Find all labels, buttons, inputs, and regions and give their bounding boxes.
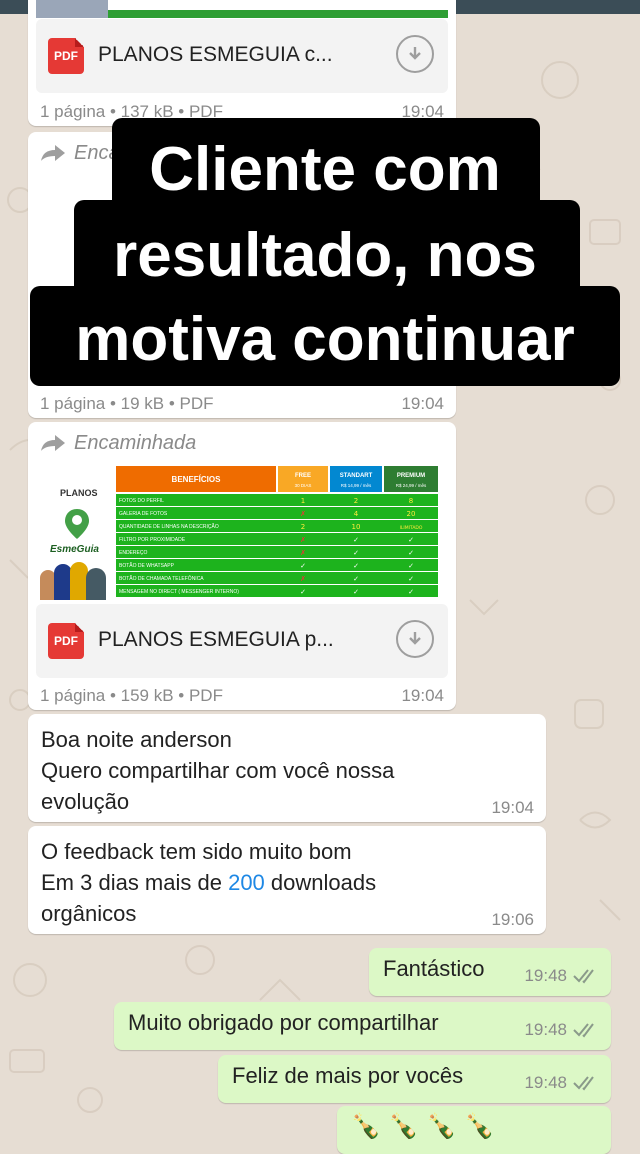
document-message: PDF PLANOS ESMEGUIA c... 1 página • 137 … [28, 0, 456, 126]
table-subheader-label: R$ 14,99 / mês [341, 483, 372, 488]
message-time: 19:48 [524, 1020, 567, 1039]
document-row[interactable]: PDF PLANOS ESMEGUIA p... [36, 604, 448, 678]
incoming-message: O feedback tem sido muito bom Em 3 dias … [28, 826, 546, 934]
table-header-label: PREMIUM [397, 473, 425, 479]
table-header-cell [384, 466, 438, 492]
outgoing-message: Muito obrigado por compartilhar 19:48 [114, 1002, 611, 1050]
table-cell: 2 [354, 497, 358, 505]
table-header-label: STANDART [340, 473, 373, 479]
table-cell: ✓ [353, 575, 359, 583]
table-cell: ✓ [353, 549, 359, 557]
table-cell: 20 [407, 510, 416, 518]
download-button[interactable] [396, 35, 434, 73]
thumbnail-planos-label: PLANOS [60, 488, 98, 498]
table-row-label: BOTÃO DE CHAMADA TELEFÔNICA [119, 575, 204, 582]
table-row-label: QUANTIDADE DE LINHAS NA DESCRIÇÃO [119, 523, 219, 530]
workers-image [40, 560, 108, 600]
message-text: Feliz de mais por vocês [232, 1063, 464, 1088]
message-text: Muito obrigado por compartilhar [128, 1010, 439, 1035]
table-cell: ✓ [353, 562, 359, 570]
document-meta: 1 página • 19 kB • PDF [40, 394, 214, 413]
caption-line-1: Cliente com [149, 135, 501, 204]
table-cell: ✓ [300, 588, 306, 596]
table-subheader-label: 30 DIAS [295, 483, 312, 488]
double-check-icon [573, 1023, 594, 1038]
download-icon [409, 632, 421, 645]
table-row-label: BOTÃO DE WHATSAPP [119, 562, 175, 569]
table-cell: ✓ [408, 549, 414, 557]
table-cell: ✓ [408, 536, 414, 544]
table-row-label: GALERIA DE FOTOS [119, 511, 168, 517]
document-meta: 1 página • 159 kB • PDF [40, 686, 223, 705]
document-row[interactable]: PDF PLANOS ESMEGUIA c... [36, 19, 448, 93]
download-button[interactable] [396, 620, 434, 658]
document-message: Encaminhada PLANOS EsmeGuia BENEFÍCIOS FR… [28, 422, 456, 710]
table-header-label: FREE [295, 473, 311, 479]
document-thumbnail[interactable]: PLANOS EsmeGuia BENEFÍCIOS FREE 30 DIAS STA… [36, 466, 448, 604]
message-text: O feedback tem sido muito bom Em 3 dias … [41, 839, 377, 926]
double-check-icon [573, 1076, 594, 1091]
table-row-label: MENSAGEM NO DIRECT ( MESSENGER INTERNO) [119, 589, 239, 595]
table-row-label: FILTRO POR PROXIMIDADE [119, 537, 186, 543]
table-header-label: BENEFÍCIOS [172, 475, 222, 484]
pdf-icon: PDF [48, 623, 84, 659]
table-cell: 4 [354, 510, 359, 518]
table-header-cell [330, 466, 382, 492]
table-cell: ILIMITADO [400, 525, 423, 531]
message-time: 19:48 [524, 1073, 567, 1092]
table-row-label: FOTOS DO PERFIL [119, 498, 164, 504]
table-cell: ✓ [408, 562, 414, 570]
caption-line-3: motiva continuar [75, 305, 575, 374]
table-subheader-label: R$ 24,99 / mês [396, 483, 427, 488]
table-cell: ✓ [408, 588, 414, 596]
download-icon [409, 47, 421, 60]
plans-table: BENEFÍCIOS FREE 30 DIAS STANDART R$ 14,99 / … [116, 466, 438, 597]
table-cell: 10 [352, 523, 361, 531]
message-time: 19:04 [401, 394, 444, 413]
thumbnail-brand: EsmeGuia [50, 544, 99, 555]
table-cell: ✗ [300, 510, 306, 518]
table-cell: ✗ [300, 575, 306, 583]
message-time: 19:04 [401, 686, 444, 705]
table-cell: ✓ [300, 562, 306, 570]
table-row [116, 546, 438, 558]
outgoing-message: Fantástico 19:48 [369, 948, 611, 996]
document-thumbnail [36, 0, 448, 18]
table-cell: ✓ [353, 588, 359, 596]
table-cell: ✓ [408, 575, 414, 583]
document-name: PLANOS ESMEGUIA p... [98, 628, 334, 651]
table-row-label: ENDEREÇO [119, 550, 147, 556]
table-header-cell [278, 466, 328, 492]
table-cell: 8 [409, 497, 413, 505]
location-pin-icon [65, 509, 89, 539]
pdf-icon: PDF [48, 38, 84, 74]
number-link[interactable]: 200 [228, 870, 265, 895]
message-text: Fantástico [383, 956, 485, 981]
forwarded-label: Encaminhada [40, 432, 196, 455]
table-cell: ✗ [300, 549, 306, 557]
table-cell: 1 [301, 497, 305, 505]
message-time: 19:04 [491, 798, 534, 817]
message-text: Boa noite anderson Quero compartilhar co… [41, 727, 395, 814]
double-check-icon [573, 969, 594, 984]
outgoing-message: Feliz de mais por vocês 19:48 [218, 1055, 611, 1103]
message-time: 19:06 [491, 910, 534, 929]
table-cell: ✗ [300, 536, 306, 544]
incoming-message: Boa noite anderson Quero compartilhar co… [28, 714, 546, 822]
message-time: 19:48 [524, 966, 567, 985]
forward-icon [41, 435, 65, 451]
caption-line-2: resultado, nos [113, 221, 537, 290]
table-cell: ✓ [353, 536, 359, 544]
outgoing-message: 🍾🍾🍾🍾 [337, 1106, 611, 1154]
caption-overlay: Cliente com resultado, nos motiva contin… [30, 118, 620, 386]
bottle-emoji-text: 🍾🍾🍾🍾 [351, 1113, 503, 1140]
table-cell: 2 [301, 523, 305, 531]
table-row [116, 494, 438, 506]
document-name: PLANOS ESMEGUIA c... [98, 43, 333, 66]
